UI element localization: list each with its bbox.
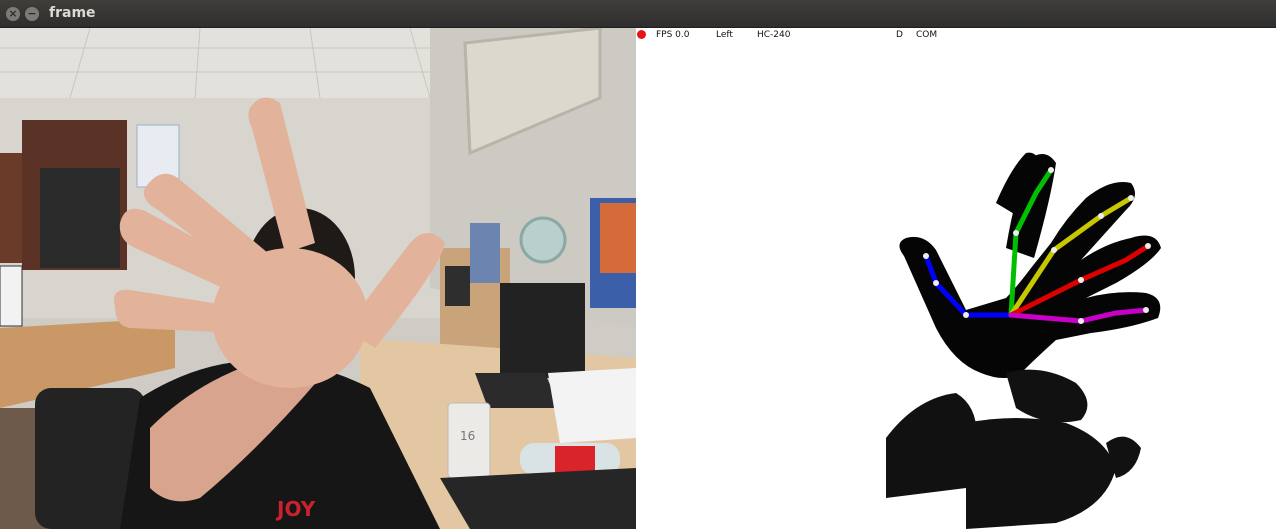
camera-feed: 16 JOY [0,28,636,529]
keyboard [475,373,560,408]
window-title: frame [49,5,96,21]
hand-mask-view: FPS 0.0 Left HC-240 D COM [636,28,1276,529]
close-button[interactable]: × [6,7,20,21]
shelf-binders [470,223,500,283]
hand-mask-canvas [886,152,1161,529]
mug-label: 16 [460,429,475,443]
frame-content: 16 JOY FPS 0.0 Left HC-240 D COM [0,28,1276,529]
hand-silhouette [899,152,1161,378]
app-window: × − frame 16 JOY FPS 0.0 Left HC-240 D C… [0,0,1276,529]
title-bar: × − frame [0,0,1276,28]
monitor-small [445,266,470,306]
monitor-right [500,283,585,378]
minimize-button[interactable]: − [25,7,39,21]
bottle-label [555,446,595,473]
paper-stack [548,368,636,443]
gesture-label: HC-240 [757,30,791,40]
left-cabinet [0,153,22,263]
fps-readout: FPS 0.0 [656,30,690,40]
hand-side-label: Left [716,30,733,40]
shirt-text: JOY [275,497,316,521]
mask-noise [886,369,1141,529]
orange-board [600,203,636,273]
status-hud: FPS 0.0 Left HC-240 D COM [636,28,1276,46]
camera-scene: 16 JOY [0,28,636,529]
door-window [40,168,120,268]
desk-fan [519,216,567,264]
close-icon: × [8,7,18,20]
desk-mat [440,468,636,529]
monitor-left [0,265,23,327]
mode-label: D [896,30,903,40]
status-indicator-icon [637,30,646,39]
minimize-icon: − [27,7,37,20]
com-label: COM [916,30,938,40]
